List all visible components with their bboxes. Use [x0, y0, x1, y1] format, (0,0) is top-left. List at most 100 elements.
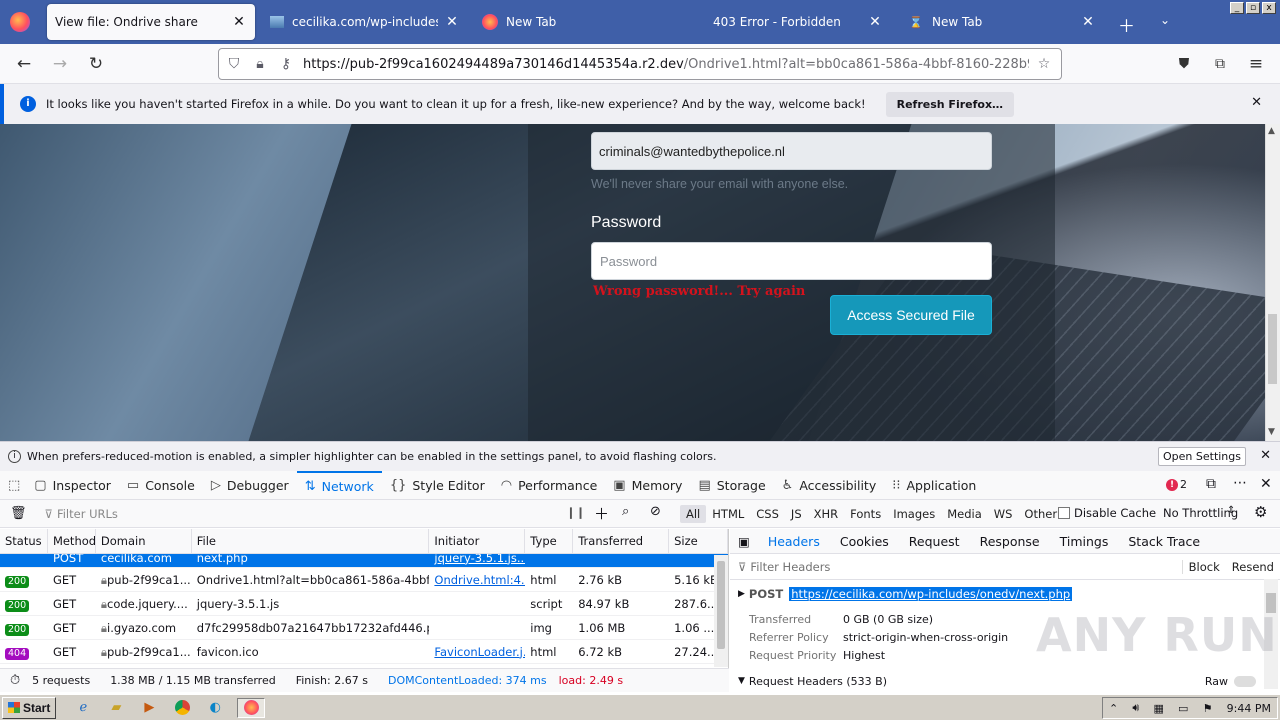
tab-debugger[interactable]: ▷ Debugger [203, 471, 297, 500]
cell-initiator[interactable]: Ondrive.html:4... [434, 573, 525, 587]
table-row[interactable]: 200 GET 🔒︎pub-2f99ca1... Ondrive1.html?a… [0, 568, 728, 592]
tab-memory[interactable]: ▣ Memory [605, 471, 690, 500]
filter-html[interactable]: HTML [706, 505, 750, 523]
tray-chevron-up-icon[interactable]: ⌃ [1109, 702, 1118, 715]
add-plus-icon[interactable]: ＋ [594, 503, 609, 524]
tab-response[interactable]: Response [970, 534, 1050, 549]
permissions-key-icon[interactable]: ⚷ [275, 56, 297, 72]
close-icon[interactable]: ✕ [1080, 14, 1096, 30]
tab-timings[interactable]: Timings [1050, 534, 1119, 549]
error-count[interactable]: 2 [1180, 478, 1187, 491]
access-secured-file-button[interactable]: Access Secured File [830, 295, 992, 335]
request-url[interactable]: https://cecilika.com/wp-includes/onedv/n… [789, 587, 1073, 601]
chrome-icon[interactable] [171, 698, 193, 718]
close-window-icon[interactable]: x [1262, 2, 1276, 14]
lock-icon[interactable]: 🔒︎ [249, 56, 271, 72]
trash-icon[interactable]: 🗑︎ [10, 506, 27, 521]
element-picker-icon[interactable]: ⬚ [0, 471, 26, 500]
column-status[interactable]: Status [0, 529, 48, 554]
firefox-menu-icon[interactable] [10, 12, 30, 32]
email-field[interactable]: criminals@wantedbythepolice.nl [591, 132, 992, 170]
open-settings-button[interactable]: Open Settings [1158, 447, 1246, 466]
internet-explorer-icon[interactable]: ℯ [72, 698, 94, 718]
clock-time[interactable]: 9:44 PM [1227, 702, 1271, 715]
bookmark-star-icon[interactable]: ☆ [1033, 56, 1055, 72]
url-text[interactable]: https://pub-2f99ca1602494489a730146d1445… [303, 57, 1029, 72]
scroll-thumb[interactable] [1268, 314, 1277, 384]
tab-console[interactable]: ▭ Console [119, 471, 203, 500]
tab-application[interactable]: ⁝⁝ Application [884, 471, 984, 500]
media-player-icon[interactable]: ▶ [138, 698, 160, 718]
filter-ws[interactable]: WS [988, 505, 1019, 523]
network-icon[interactable]: ▦ [1153, 702, 1163, 715]
tab-403[interactable]: 403 Error - Forbidden ✕ [705, 4, 891, 40]
restore-window-icon[interactable]: ▫ [1246, 2, 1260, 14]
tab-inspector[interactable]: ▢ Inspector [26, 471, 119, 500]
scroll-thumb[interactable] [717, 561, 725, 649]
pocket-icon[interactable]: ⛊ [1172, 52, 1196, 76]
display-icon[interactable]: ▭ [1178, 702, 1188, 715]
filter-js[interactable]: JS [785, 505, 808, 523]
close-icon[interactable]: ✕ [1260, 448, 1271, 463]
filter-fonts[interactable]: Fonts [844, 505, 887, 523]
firefox-taskbar-icon[interactable] [237, 697, 266, 718]
filter-css[interactable]: CSS [750, 505, 785, 523]
column-domain[interactable]: Domain [96, 529, 192, 554]
tab-style-editor[interactable]: {} Style Editor [382, 471, 493, 500]
tab-cecilika[interactable]: cecilika.com/wp-includes/onedv/ ✕ [262, 4, 468, 40]
close-devtools-icon[interactable]: ✕ [1260, 476, 1272, 492]
disable-cache-checkbox[interactable] [1058, 507, 1070, 519]
scroll-down-icon[interactable]: ▼ [1268, 427, 1275, 437]
table-scrollbar[interactable] [714, 555, 728, 667]
tab-list-chevron-icon[interactable]: ⌄ [1160, 13, 1170, 27]
error-icon[interactable]: ! [1166, 479, 1178, 491]
request-headers-section[interactable]: ▼ Request Headers (533 B) Raw [730, 672, 1280, 690]
gear-icon[interactable]: ⚙ [1254, 503, 1267, 521]
filter-urls-input[interactable]: Filter URLs [57, 507, 118, 521]
back-arrow-icon[interactable]: ← [12, 52, 36, 76]
block-icon[interactable]: ⊘ [650, 504, 661, 519]
column-type[interactable]: Type [525, 529, 574, 554]
filter-images[interactable]: Images [887, 505, 941, 523]
more-options-icon[interactable]: ⋯ [1233, 475, 1247, 491]
tab-accessibility[interactable]: ♿︎ Accessibility [774, 471, 885, 500]
filter-media[interactable]: Media [941, 505, 988, 523]
hamburger-menu-icon[interactable]: ≡ [1244, 52, 1268, 76]
close-icon[interactable]: ✕ [231, 14, 247, 30]
toggle-sidebar-icon[interactable]: ▣ [730, 534, 758, 549]
dock-side-icon[interactable]: ⧉ [1206, 476, 1216, 492]
shield-icon[interactable]: ⛉ [223, 56, 245, 72]
resend-button[interactable]: Resend [1232, 560, 1274, 574]
password-field[interactable]: Password [591, 242, 992, 280]
filter-xhr[interactable]: XHR [808, 505, 845, 523]
reload-icon[interactable]: ↻ [84, 52, 108, 76]
tab-new-tab[interactable]: New Tab [474, 4, 682, 40]
cell-initiator[interactable]: FaviconLoader.j... [434, 645, 525, 659]
edge-icon[interactable]: ◐ [204, 698, 226, 718]
start-button[interactable]: Start [2, 696, 57, 719]
tab-performance[interactable]: ◠ Performance [493, 471, 606, 500]
column-method[interactable]: Method [48, 529, 96, 554]
tab-stack-trace[interactable]: Stack Trace [1118, 534, 1210, 549]
column-file[interactable]: File [192, 529, 430, 554]
url-bar[interactable]: ⛉ 🔒︎ ⚷ https://pub-2f99ca1602494489a7301… [218, 48, 1062, 80]
tab-new-tab-loading[interactable]: ⌛ New Tab ✕ [900, 4, 1104, 40]
column-size[interactable]: Size [669, 529, 728, 554]
table-row[interactable]: 200 GET 🔒︎i.gyazo.com d7fc29958db07a2164… [0, 616, 728, 640]
tab-view-file[interactable]: View file: Ondrive share ✕ [47, 4, 255, 40]
flag-icon[interactable]: ⚑ [1203, 702, 1213, 715]
cell-initiator[interactable]: jquery-3.5.1.js... [429, 554, 525, 568]
tab-storage[interactable]: ▤ Storage [690, 471, 773, 500]
table-row[interactable]: 200 GET 🔒︎code.jquery.... jquery-3.5.1.j… [0, 592, 728, 616]
column-transferred[interactable]: Transferred [573, 529, 670, 554]
block-button[interactable]: Block [1181, 559, 1220, 574]
raw-toggle[interactable] [1234, 675, 1256, 687]
close-icon[interactable]: ✕ [867, 14, 883, 30]
forward-arrow-icon[interactable]: → [48, 52, 72, 76]
filter-other[interactable]: Other [1018, 505, 1063, 523]
tab-network[interactable]: ⇅ Network [296, 470, 382, 500]
page-scrollbar[interactable]: ▲ ▼ [1265, 124, 1280, 441]
speaker-icon[interactable]: 🔊︎ [1132, 701, 1139, 715]
table-row[interactable]: 404 GET 🔒︎pub-2f99ca1... favicon.ico Fav… [0, 640, 728, 664]
chevron-right-icon[interactable]: ▶ [738, 589, 745, 599]
